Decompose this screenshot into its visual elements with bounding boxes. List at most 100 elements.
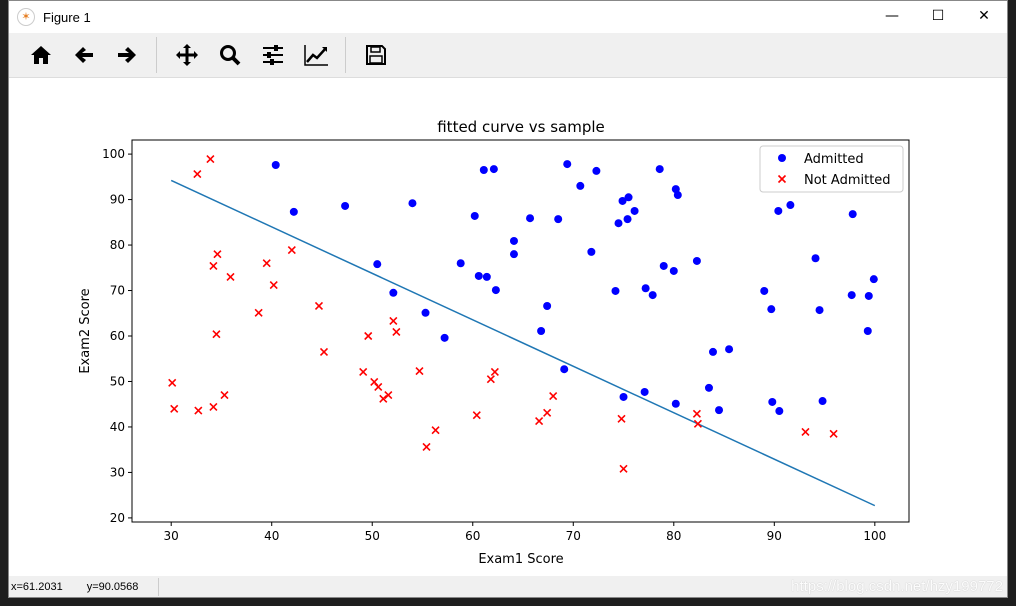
not-admitted-point — [617, 414, 626, 423]
not-admitted-point — [220, 391, 229, 400]
admitted-point — [389, 288, 398, 297]
admitted-point — [482, 272, 491, 281]
y-tick-label: 90 — [110, 193, 125, 207]
figure-canvas[interactable]: fitted curve vs sample Exam1 Score Exam2… — [9, 79, 1007, 578]
admitted-point — [864, 291, 873, 300]
admitted-point — [560, 365, 569, 374]
forward-button[interactable] — [105, 35, 148, 75]
admitted-point — [537, 327, 546, 335]
admitted-point — [611, 286, 620, 295]
close-button[interactable]: ✕ — [961, 1, 1007, 31]
admitted-point — [786, 201, 795, 210]
admitted-point — [669, 266, 678, 275]
scatter-chart: fitted curve vs sample Exam1 Score Exam2… — [78, 118, 910, 567]
not-admitted-point — [212, 330, 221, 339]
subplots-button[interactable] — [251, 35, 294, 75]
y-tick-label: 80 — [110, 238, 125, 252]
x-tick-label: 50 — [365, 529, 380, 543]
admitted-point — [470, 211, 479, 220]
x-tick-label: 80 — [666, 529, 681, 543]
not-admitted-point — [193, 170, 202, 179]
legend-label: Not Admitted — [804, 173, 891, 188]
admitted-point — [526, 214, 535, 223]
legend-marker — [778, 154, 786, 162]
not-admitted-point — [392, 327, 401, 336]
admitted-point — [576, 181, 585, 190]
pan-button[interactable] — [165, 35, 208, 75]
admitted-point — [640, 387, 649, 396]
x-tick-label: 100 — [863, 529, 886, 543]
y-tick-label: 100 — [102, 147, 125, 161]
cursor-y-readout: y=90.0568 — [86, 580, 139, 593]
not-admitted-point — [829, 429, 838, 438]
not-admitted-point — [262, 259, 271, 268]
not-admitted-point — [209, 261, 218, 271]
admitted-point — [692, 256, 701, 265]
not-admitted-point — [319, 347, 329, 356]
y-tick-label: 30 — [110, 465, 125, 479]
not-admitted-point — [693, 419, 702, 428]
admitted-point — [479, 166, 488, 175]
not-admitted-point — [206, 155, 215, 164]
admitted-point — [619, 392, 628, 401]
admitted-point — [671, 399, 680, 408]
not-admitted-point — [486, 375, 495, 384]
subplots-icon — [262, 45, 283, 65]
admitted-point — [271, 161, 280, 170]
not-admitted-point — [254, 308, 263, 317]
admitted-point — [863, 327, 872, 335]
y-tick-label: 60 — [110, 329, 125, 343]
admitted-point — [509, 236, 518, 245]
y-tick-label: 40 — [110, 420, 125, 434]
admitted-point — [592, 166, 601, 175]
not-admitted-point — [619, 464, 628, 473]
home-icon — [30, 46, 51, 64]
status-separator — [158, 577, 160, 596]
home-button[interactable] — [19, 35, 62, 75]
pan-icon — [175, 44, 198, 66]
minimize-button[interactable]: — — [869, 1, 915, 31]
not-admitted-point — [314, 301, 324, 311]
admitted-point — [760, 286, 769, 295]
admitted-point — [818, 397, 827, 406]
not-admitted-point — [170, 404, 179, 413]
x-tick-label: 30 — [164, 529, 179, 543]
y-tick-label: 70 — [110, 284, 125, 298]
back-button[interactable] — [62, 35, 105, 75]
toolbar-separator — [156, 37, 157, 73]
title-bar: ✶ Figure 1 — ☐ ✕ — [9, 1, 1007, 33]
zoom-button[interactable] — [208, 35, 251, 75]
not-admitted-point — [168, 378, 177, 387]
forward-icon — [117, 47, 136, 63]
save-button[interactable] — [354, 35, 397, 75]
not-admitted-point — [431, 426, 440, 435]
watermark: https://blog.csdn.net/hzy199772 — [791, 578, 1003, 595]
admitted-point — [341, 201, 350, 210]
admitted-point — [509, 250, 518, 259]
chart-title: fitted curve vs sample — [437, 118, 605, 136]
admitted-point — [811, 254, 820, 263]
admitted-point — [587, 247, 596, 256]
admitted-point — [491, 286, 500, 295]
admitted-point — [554, 215, 563, 224]
admitted-point — [708, 347, 717, 356]
not-admitted-point — [692, 409, 701, 418]
admitted-point — [704, 383, 713, 392]
toolbar — [9, 33, 1007, 78]
not-admitted-point — [209, 402, 218, 412]
admitted-point — [715, 406, 724, 415]
toolbar-separator — [345, 37, 346, 73]
admitted-point — [408, 199, 417, 208]
status-bar: x=61.2031 y=90.0568 https://blog.csdn.ne… — [9, 576, 1007, 597]
admitted-point — [774, 206, 783, 215]
not-admitted-point — [287, 245, 296, 255]
y-tick-label: 50 — [110, 374, 125, 388]
admitted-point — [659, 261, 668, 270]
admitted-point — [768, 397, 777, 406]
admitted-point — [767, 305, 776, 314]
admitted-point — [289, 207, 298, 216]
maximize-button[interactable]: ☐ — [915, 1, 961, 31]
edit-axis-button[interactable] — [294, 35, 337, 75]
legend-label: Admitted — [804, 152, 864, 167]
edit-axis-icon — [303, 45, 328, 66]
